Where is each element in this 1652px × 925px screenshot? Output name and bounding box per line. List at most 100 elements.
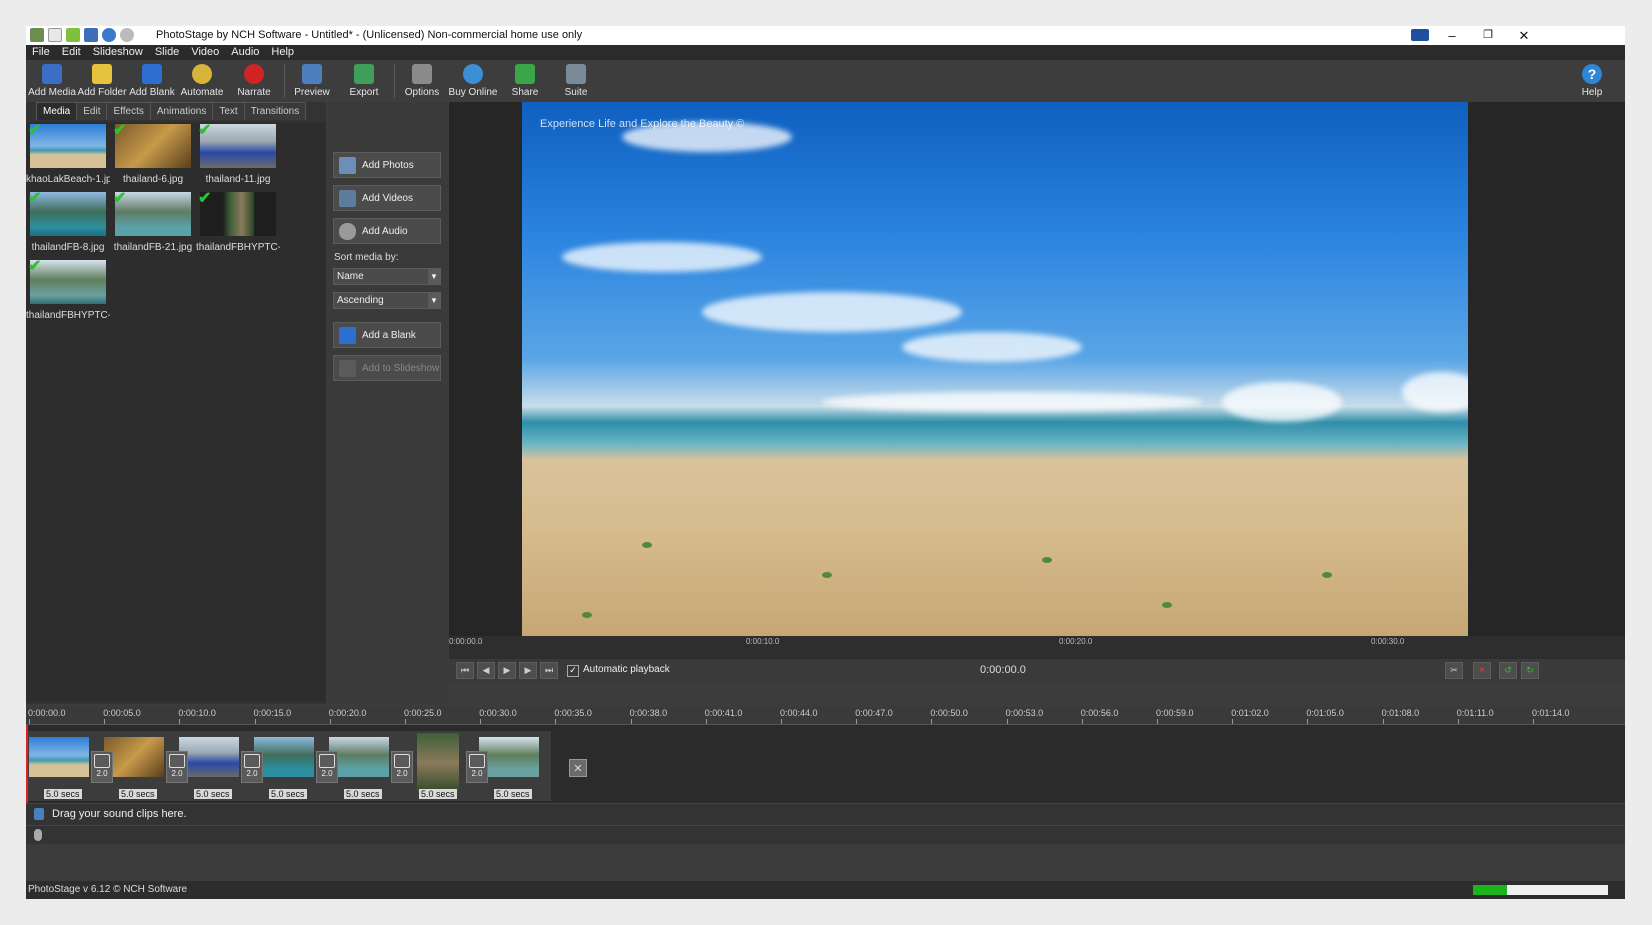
add-folder-button[interactable]: Add Folder <box>76 62 128 102</box>
tab-media[interactable]: Media <box>36 102 78 120</box>
slide-track: 5.0 secs 5.0 secs 5.0 secs 5.0 secs 5.0 … <box>26 725 1625 803</box>
clip-duration[interactable]: 5.0 secs <box>419 789 457 799</box>
save-icon[interactable] <box>84 28 98 42</box>
clip-duration[interactable]: 5.0 secs <box>194 789 232 799</box>
tab-transitions[interactable]: Transitions <box>243 102 307 120</box>
timeline-tick <box>856 719 858 724</box>
menu-edit[interactable]: Edit <box>56 45 87 60</box>
skip-to-start-button[interactable]: ⏮ <box>456 662 474 679</box>
add-blank-slide-button[interactable]: Add a Blank Slide <box>333 322 441 367</box>
transition-marker[interactable]: 2.0 <box>316 751 338 783</box>
timeline: 0:00:00.0 0:00:05.0 0:00:10.0 0:00:15.0 0:00… <box>26 707 1625 844</box>
timeline-tick-label: 0:00:25.0 <box>404 708 442 718</box>
narrate-button[interactable]: Narrate <box>228 62 280 102</box>
play-button[interactable]: ▶ <box>498 662 516 679</box>
undo-icon[interactable] <box>102 28 116 42</box>
help-button[interactable]: ? Help <box>1566 62 1618 102</box>
clip-thumbnail <box>417 733 459 793</box>
automate-wand-icon <box>192 64 212 84</box>
transition-marker[interactable]: 2.0 <box>391 751 413 783</box>
skip-to-end-button[interactable]: ⏭ <box>540 662 558 679</box>
media-item[interactable]: ✔ thailandFB-21.jpg <box>111 190 195 256</box>
menu-help[interactable]: Help <box>265 45 300 60</box>
automate-button[interactable]: Automate <box>176 62 228 102</box>
step-back-button[interactable]: ◀ <box>477 662 495 679</box>
open-icon[interactable] <box>66 28 80 42</box>
buy-online-button[interactable]: Buy Online <box>447 62 499 102</box>
media-item[interactable]: ✔ thailand-11.jpg <box>196 122 280 188</box>
close-button[interactable]: ✕ <box>1506 26 1542 45</box>
minimize-button[interactable]: – <box>1434 26 1470 45</box>
split-clip-button[interactable]: ✂ <box>1445 662 1463 679</box>
clip-duration[interactable]: 5.0 secs <box>269 789 307 799</box>
preview-ruler[interactable]: 0:00:00.0 0:00:10.0 0:00:20.0 0:00:30.0 <box>449 636 1625 659</box>
transition-marker[interactable]: 2.0 <box>241 751 263 783</box>
tab-animations[interactable]: Animations <box>149 102 214 120</box>
timeline-tick-label: 0:00:53.0 <box>1005 708 1044 718</box>
menu-file[interactable]: File <box>26 45 56 60</box>
media-thumbnail: ✔ <box>198 190 276 236</box>
playhead[interactable] <box>26 725 28 803</box>
timeline-tick <box>1533 719 1534 724</box>
menu-video[interactable]: Video <box>185 45 225 60</box>
rotate-right-button[interactable]: ↻ <box>1521 662 1539 679</box>
preview-button[interactable]: Preview <box>286 62 338 102</box>
rotate-left-button[interactable]: ↺ <box>1499 662 1517 679</box>
check-icon: ✔ <box>28 190 42 207</box>
media-item[interactable]: ✔ khaoLakBeach-1.jpg <box>26 122 110 188</box>
suite-button[interactable]: Suite <box>550 62 602 102</box>
add-media-button[interactable]: Add Media <box>26 62 78 102</box>
sound-track[interactable]: Drag your sound clips here. <box>26 803 1625 826</box>
sort-order-select[interactable]: Ascending ▼ <box>333 292 441 309</box>
options-tools-icon <box>412 64 432 84</box>
media-item[interactable]: ✔ thailandFBHYPTC-... <box>196 190 280 256</box>
add-audio-button[interactable]: Add Audio <box>333 218 441 244</box>
transition-marker[interactable]: 2.0 <box>91 751 113 783</box>
add-photos-button[interactable]: Add Photos <box>333 152 441 178</box>
slide-clip[interactable]: 5.0 secs <box>26 731 101 801</box>
media-item[interactable]: ✔ thailandFB-8.jpg <box>26 190 110 256</box>
step-forward-button[interactable]: ▶ <box>519 662 537 679</box>
media-actions-panel: Add Photos Add Videos Add Audio Sort med… <box>328 102 448 704</box>
add-blank-icon <box>142 64 162 84</box>
checkbox-check-icon: ✓ <box>567 665 579 677</box>
media-item[interactable]: ✔ thailand-6.jpg <box>111 122 195 188</box>
clip-duration[interactable]: 5.0 secs <box>494 789 532 799</box>
media-thumbnail: ✔ <box>28 190 106 236</box>
tab-text[interactable]: Text <box>212 102 245 120</box>
redo-icon[interactable] <box>120 28 134 42</box>
share-button[interactable]: Share <box>499 62 551 102</box>
clip-duration[interactable]: 5.0 secs <box>119 789 157 799</box>
narration-track[interactable] <box>26 825 1625 844</box>
end-marker-button[interactable]: ✕ <box>569 759 587 777</box>
panel-tabs: Media Edit Effects Animations Text Trans… <box>36 102 307 120</box>
delete-clip-button[interactable]: ✕ <box>1473 662 1491 679</box>
options-button[interactable]: Options <box>396 62 448 102</box>
timeline-tick-label: 0:00:50.0 <box>930 708 968 718</box>
media-item[interactable]: ✔ thailandFBHYPTC-... <box>26 258 110 324</box>
timeline-ruler[interactable]: 0:00:00.0 0:00:05.0 0:00:10.0 0:00:15.0 0:00… <box>26 707 1625 725</box>
add-blank-button[interactable]: Add Blank <box>126 62 178 102</box>
check-icon: ✔ <box>113 122 127 139</box>
restore-button[interactable]: ❐ <box>1470 26 1506 45</box>
clip-duration[interactable]: 5.0 secs <box>344 789 382 799</box>
clip-duration[interactable]: 5.0 secs <box>44 789 82 799</box>
menu-slideshow[interactable]: Slideshow <box>87 45 149 60</box>
transition-icon <box>169 754 185 768</box>
menu-audio[interactable]: Audio <box>225 45 265 60</box>
tab-effects[interactable]: Effects <box>106 102 151 120</box>
add-videos-button[interactable]: Add Videos <box>333 185 441 211</box>
sort-by-select[interactable]: Name ▼ <box>333 268 441 285</box>
monitor-icon[interactable] <box>1411 29 1429 41</box>
export-button[interactable]: Export <box>338 62 390 102</box>
automatic-playback-checkbox[interactable]: ✓ Automatic playback <box>567 664 670 677</box>
timeline-tick-label: 0:00:05.0 <box>103 708 141 718</box>
add-to-slideshow-button[interactable]: Add to Slideshow <box>333 355 441 381</box>
transition-marker[interactable]: 2.0 <box>166 751 188 783</box>
menu-slide[interactable]: Slide <box>149 45 185 60</box>
transition-marker[interactable]: 2.0 <box>466 751 488 783</box>
new-file-icon[interactable] <box>48 28 62 42</box>
chevron-down-icon: ▼ <box>428 293 440 308</box>
tab-edit[interactable]: Edit <box>76 102 108 120</box>
preview-ruler-label: 0:00:10.0 <box>746 637 780 646</box>
